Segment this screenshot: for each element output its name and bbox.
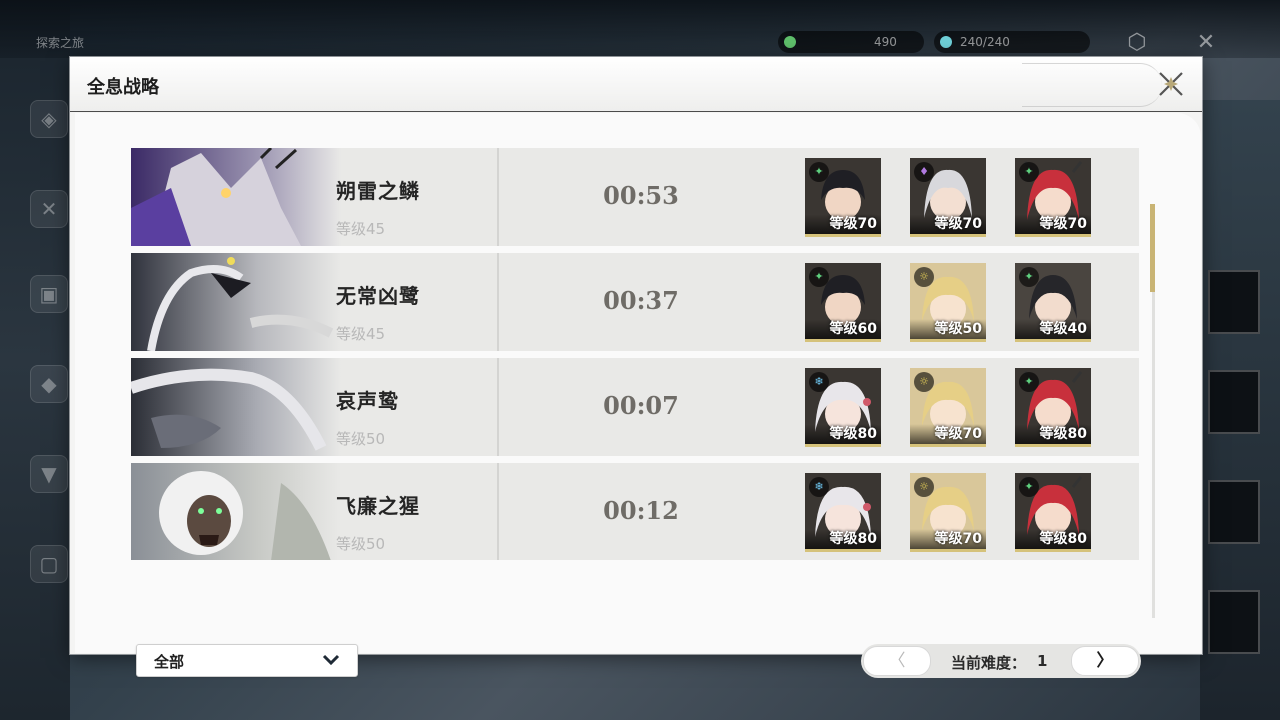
boss-level: 等级50 (336, 430, 386, 448)
team-member-slot[interactable]: ❄ 等级80 (805, 368, 881, 447)
scrollbar-thumb[interactable] (1150, 204, 1155, 292)
side-nav-icon: ▣ (30, 275, 68, 313)
team-member-slot[interactable]: ☼ 等级50 (910, 263, 986, 342)
team-member-slot[interactable]: ✦ 等级60 (805, 263, 881, 342)
chevron-down-icon (322, 654, 340, 666)
member-level: 等级70 (910, 529, 986, 549)
clear-time: 00:37 (603, 286, 679, 315)
boss-level: 等级45 (336, 220, 386, 238)
member-level: 等级70 (910, 424, 986, 444)
boss-portrait (131, 148, 341, 246)
glacio-element-icon: ❄ (809, 477, 829, 497)
background-sidebar: ◈ ✕ ▣ ◆ ▼ ▢ (0, 0, 70, 720)
background-right-panel (1200, 100, 1280, 720)
wind-element-icon: ✦ (1019, 372, 1039, 392)
modal-header: 全息战略 (70, 57, 1202, 112)
clear-time: 00:12 (603, 496, 679, 525)
side-nav-icon: ◈ (30, 100, 68, 138)
row-divider (497, 463, 499, 560)
boss-portrait (131, 253, 341, 351)
stamina-icon (940, 36, 952, 48)
boss-record-row[interactable]: 飞廉之猩 等级50 00:12 ❄ 等级80 ☼ 等级70 ✦ 等级80 (131, 463, 1139, 560)
settings-icon: ⬡ (1127, 30, 1147, 55)
team-member-slot[interactable]: ✦ 等级70 (1015, 158, 1091, 237)
member-level: 等级70 (1015, 214, 1091, 234)
member-level: 等级80 (1015, 529, 1091, 549)
header-decoration (1022, 63, 1162, 107)
difficulty-label: 当前难度： (951, 654, 1027, 672)
row-divider (497, 253, 499, 351)
filter-dropdown[interactable]: 全部 (136, 644, 358, 677)
team-member-slot[interactable]: ✦ 等级40 (1015, 263, 1091, 342)
boss-record-list: 朔雷之鳞 等级45 00:53 ✦ 等级70 ♦ 等级70 ✦ 等级70 无常凶… (131, 148, 1143, 560)
previous-difficulty-button[interactable]: 〈 (863, 646, 931, 676)
spectro-element-icon: ☼ (914, 267, 934, 287)
side-nav-icon: ▢ (30, 545, 68, 583)
boss-portrait (131, 463, 341, 560)
modal-title: 全息战略 (87, 77, 159, 98)
boss-portrait (131, 358, 341, 456)
team-member-slot[interactable]: ♦ 等级70 (910, 158, 986, 237)
close-icon (1159, 72, 1183, 96)
boss-record-row[interactable]: 朔雷之鳞 等级45 00:53 ✦ 等级70 ♦ 等级70 ✦ 等级70 (131, 148, 1139, 246)
glacio-element-icon: ❄ (809, 372, 829, 392)
holographic-strategy-modal: 全息战略 朔雷之鳞 等级45 00:53 ✦ 等级70 ♦ 等级70 ✦ 等级7… (70, 57, 1202, 678)
member-level: 等级80 (805, 529, 881, 549)
close-icon: ✕ (1196, 30, 1216, 55)
boss-name: 朔雷之鳞 (336, 179, 420, 203)
currency-value: 490 (874, 35, 897, 49)
side-nav-icon: ✕ (30, 190, 68, 228)
background-card (1208, 370, 1260, 434)
wind-element-icon: ✦ (1019, 162, 1039, 182)
side-nav-icon: ◆ (30, 365, 68, 403)
wind-element-icon: ✦ (1019, 477, 1039, 497)
stamina-value: 240/240 (960, 35, 1010, 49)
team-member-slot[interactable]: ✦ 等级80 (1015, 368, 1091, 447)
member-level: 等级40 (1015, 319, 1091, 339)
clear-time: 00:53 (603, 181, 679, 210)
team-member-slot[interactable]: ❄ 等级80 (805, 473, 881, 552)
team-member-slot[interactable]: ☼ 等级70 (910, 368, 986, 447)
background-title: 探索之旅 (36, 36, 85, 50)
background-card (1208, 270, 1260, 334)
havoc-element-icon: ♦ (914, 162, 934, 182)
side-nav-icon: ▼ (30, 455, 68, 493)
background-card (1208, 590, 1260, 654)
boss-level: 等级45 (336, 325, 386, 343)
modal-body: 朔雷之鳞 等级45 00:53 ✦ 等级70 ♦ 等级70 ✦ 等级70 无常凶… (75, 113, 1201, 678)
boss-name: 哀声鸷 (336, 389, 399, 413)
row-divider (497, 148, 499, 246)
boss-level: 等级50 (336, 535, 386, 553)
stamina-badge: 240/240 (934, 31, 1090, 53)
background-card (1208, 480, 1260, 544)
wind-element-icon: ✦ (809, 267, 829, 287)
boss-record-row[interactable]: 哀声鸷 等级50 00:07 ❄ 等级80 ☼ 等级70 ✦ 等级80 (131, 358, 1139, 456)
spectro-element-icon: ☼ (914, 372, 934, 392)
member-level: 等级80 (805, 424, 881, 444)
currency-icon (784, 36, 796, 48)
member-level: 等级80 (1015, 424, 1091, 444)
member-level: 等级70 (805, 214, 881, 234)
close-button[interactable] (1154, 67, 1188, 101)
difficulty-value: 1 (1037, 652, 1048, 670)
background-topbar: 探索之旅 490 240/240 ⬡ ✕ (0, 0, 1280, 58)
boss-record-row[interactable]: 无常凶鹭 等级45 00:37 ✦ 等级60 ☼ 等级50 ✦ 等级40 (131, 253, 1139, 351)
currency-badge: 490 (778, 31, 924, 53)
member-level: 等级60 (805, 319, 881, 339)
clear-time: 00:07 (603, 391, 679, 420)
filter-value: 全部 (154, 653, 185, 671)
next-difficulty-button[interactable]: 〉 (1071, 646, 1139, 676)
boss-name: 飞廉之猩 (336, 494, 420, 518)
boss-name: 无常凶鹭 (336, 284, 420, 308)
team-member-slot[interactable]: ✦ 等级70 (805, 158, 881, 237)
member-level: 等级70 (910, 214, 986, 234)
team-member-slot[interactable]: ✦ 等级80 (1015, 473, 1091, 552)
wind-element-icon: ✦ (1019, 267, 1039, 287)
row-divider (497, 358, 499, 456)
wind-element-icon: ✦ (809, 162, 829, 182)
team-member-slot[interactable]: ☼ 等级70 (910, 473, 986, 552)
member-level: 等级50 (910, 319, 986, 339)
spectro-element-icon: ☼ (914, 477, 934, 497)
difficulty-pager: 〈 当前难度： 1 〉 (861, 644, 1141, 678)
